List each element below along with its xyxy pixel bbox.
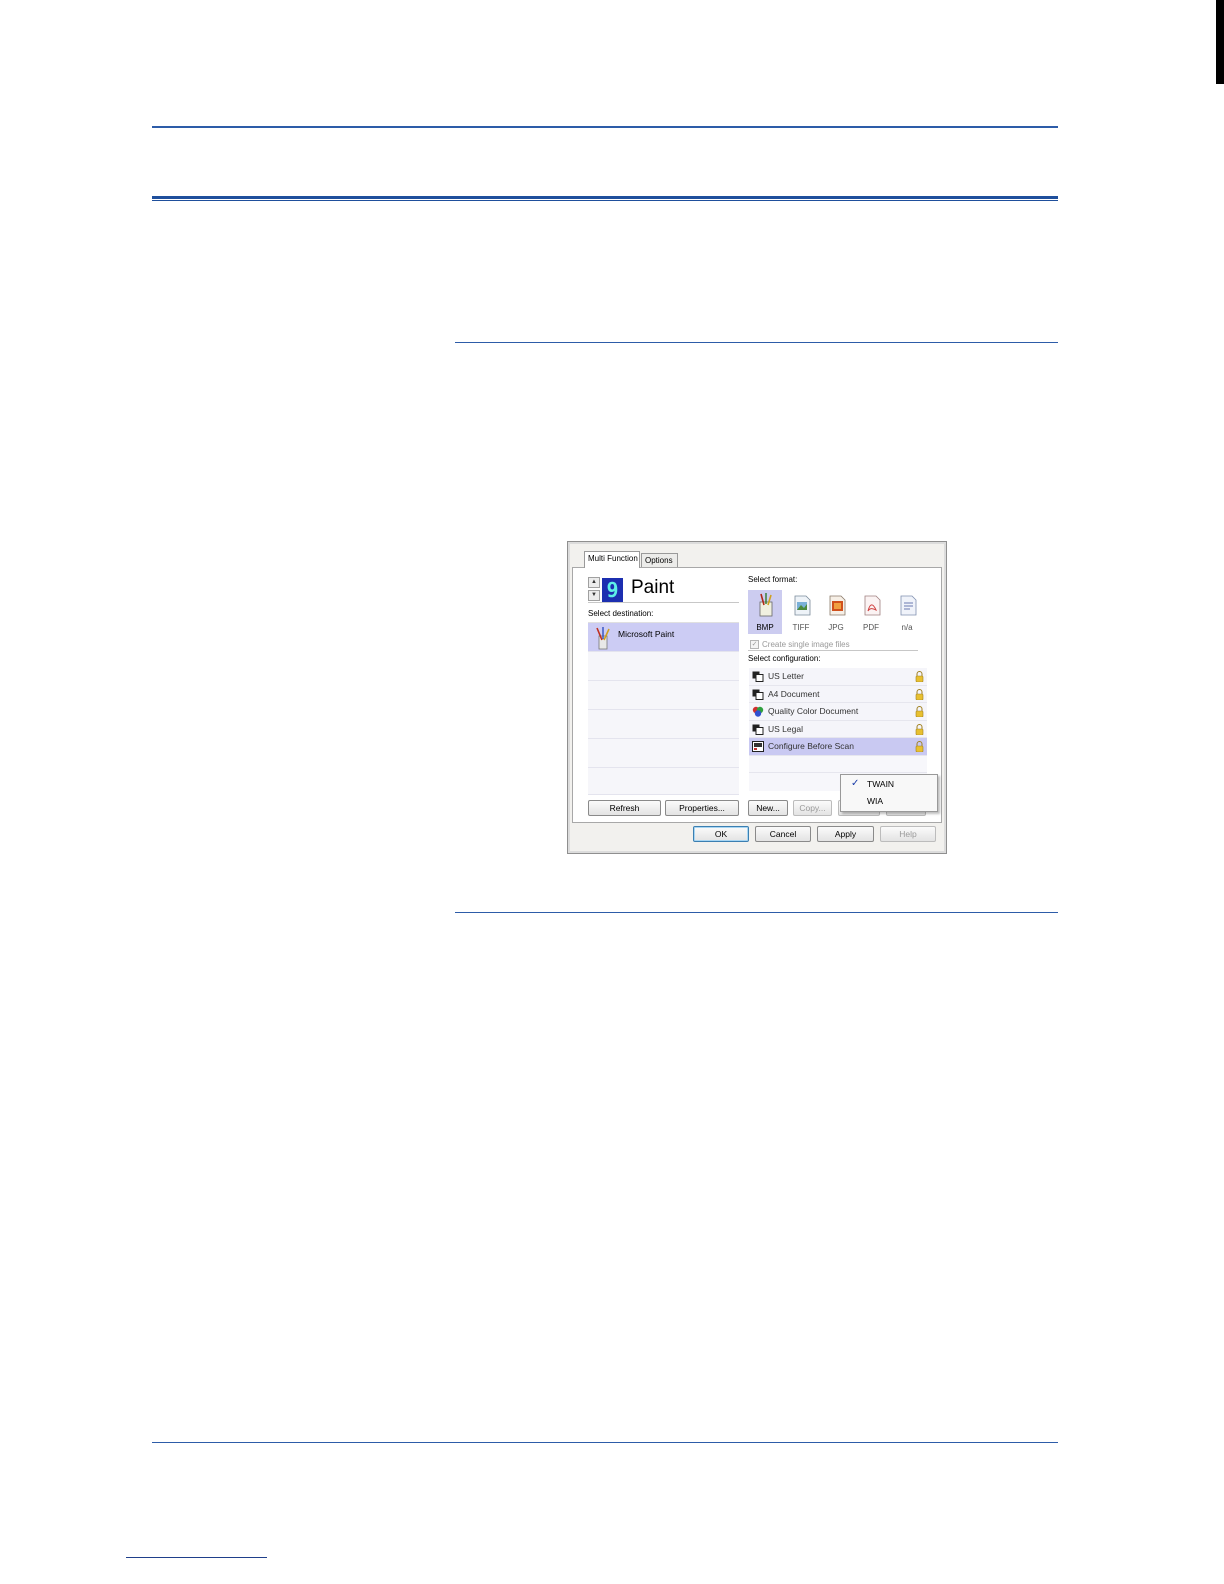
format-options: BMP TIFF JPG PDF n/a [748, 590, 926, 636]
properties-button[interactable]: Properties... [665, 800, 739, 816]
destination-number: 9 [602, 578, 623, 602]
format-na[interactable]: n/a [890, 590, 924, 634]
scanner-configure-icon [752, 741, 764, 752]
config-label: US Letter [768, 671, 804, 681]
single-image-checkbox[interactable]: ✓ [750, 640, 759, 649]
list-item[interactable]: A4 Document [749, 685, 927, 703]
select-configuration-label: Select configuration: [748, 654, 821, 663]
list-item[interactable]: Microsoft Paint [588, 623, 739, 652]
scanner-properties-dialog: Multi Function Options ▲ ▼ 9 Paint Selec… [567, 541, 947, 854]
jpg-image-icon [829, 595, 846, 616]
format-tiff[interactable]: TIFF [784, 590, 818, 634]
list-item[interactable]: Configure Before Scan [749, 738, 927, 756]
tab-options[interactable]: Options [641, 553, 678, 567]
text-document-icon [900, 595, 917, 616]
ok-button[interactable]: OK [693, 826, 749, 842]
list-item[interactable] [588, 710, 739, 739]
lock-icon [915, 723, 924, 735]
destination-spinner[interactable]: ▲ ▼ [588, 577, 600, 601]
list-item-label: Microsoft Paint [618, 629, 675, 639]
select-format-label: Select format: [748, 575, 798, 584]
config-label: A4 Document [768, 688, 820, 699]
checkmark-icon: ✓ [851, 778, 860, 789]
footnote-rule [126, 1557, 267, 1558]
format-label: TIFF [792, 623, 810, 632]
header-double-rule-top [152, 196, 1058, 199]
copy-button[interactable]: Copy... [793, 800, 832, 816]
divider [748, 650, 918, 651]
list-item[interactable]: Quality Color Document [749, 703, 927, 721]
list-item[interactable]: US Legal [749, 720, 927, 738]
config-label: Configure Before Scan [768, 741, 854, 751]
multi-function-panel: ▲ ▼ 9 Paint Select destination: Microsof… [572, 567, 942, 823]
tab-multi-function[interactable]: Multi Function [584, 551, 640, 568]
format-bmp[interactable]: BMP [748, 590, 782, 634]
list-item[interactable] [588, 681, 739, 710]
section-rule-bottom [455, 912, 1058, 913]
menu-item-twain[interactable]: TWAIN [867, 779, 894, 789]
page-edge-marker [1216, 0, 1224, 84]
cancel-button[interactable]: Cancel [755, 826, 811, 842]
config-label: Quality Color Document [768, 706, 859, 716]
footer-rule [152, 1442, 1058, 1443]
section-rule-top [455, 342, 1058, 343]
lock-icon [915, 706, 924, 717]
select-destination-label: Select destination: [588, 609, 654, 618]
paint-brush-icon [596, 627, 610, 650]
format-jpg[interactable]: JPG [819, 590, 853, 634]
format-label: JPG [828, 623, 844, 632]
list-item[interactable] [749, 755, 927, 773]
list-item[interactable] [588, 652, 739, 681]
configuration-context-menu: ✓ TWAIN WIA [840, 774, 938, 812]
destination-list[interactable]: Microsoft Paint [588, 622, 739, 795]
menu-item-wia[interactable]: WIA [867, 796, 883, 806]
format-pdf[interactable]: PDF [854, 590, 888, 634]
lock-icon [915, 688, 924, 700]
format-label: PDF [863, 623, 879, 632]
bw-document-icon [752, 671, 764, 682]
lock-icon [915, 671, 924, 682]
list-item[interactable]: US Letter [749, 668, 927, 686]
divider [588, 602, 739, 603]
single-image-label: Create single image files [762, 640, 850, 649]
spinner-up-icon[interactable]: ▲ [588, 577, 600, 588]
list-item[interactable] [588, 739, 739, 768]
spinner-down-icon[interactable]: ▼ [588, 590, 600, 601]
color-document-icon [752, 706, 764, 717]
format-label: BMP [756, 623, 774, 632]
destination-title: Paint [631, 577, 675, 598]
help-button[interactable]: Help [880, 826, 936, 842]
lock-icon [915, 741, 924, 752]
header-rule [152, 126, 1058, 128]
bw-document-icon [752, 724, 764, 735]
list-item[interactable] [588, 768, 739, 795]
bw-document-icon [752, 689, 764, 700]
config-label: US Legal [768, 723, 803, 734]
pdf-document-icon [864, 595, 881, 616]
tiff-image-icon [794, 595, 811, 616]
format-label: n/a [901, 623, 913, 632]
apply-button[interactable]: Apply [817, 826, 874, 842]
header-double-rule-bottom [152, 200, 1058, 201]
bmp-paint-icon [759, 593, 773, 617]
new-button[interactable]: New... [748, 800, 788, 816]
refresh-button[interactable]: Refresh [588, 800, 661, 816]
